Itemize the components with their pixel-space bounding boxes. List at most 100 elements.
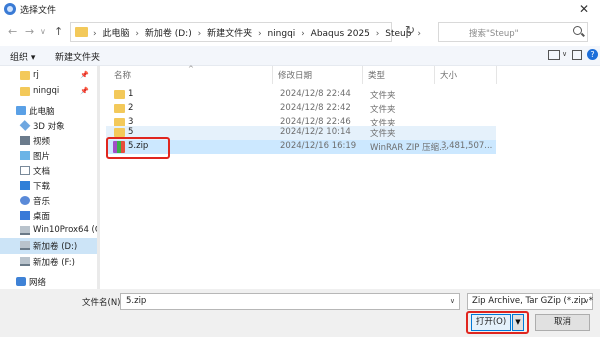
drive-icon xyxy=(20,226,30,235)
file-type: 文件夹 xyxy=(370,129,396,139)
sidebar-item-label: 文档 xyxy=(33,167,51,177)
help-icon[interactable]: ? xyxy=(587,49,598,60)
sidebar-scrollbar[interactable] xyxy=(97,66,100,289)
pin-icon: 📌 xyxy=(80,87,89,95)
breadcrumb-separator: › xyxy=(257,29,262,39)
sidebar-item-downloads[interactable]: 下载 xyxy=(0,178,100,194)
desktop-icon xyxy=(20,211,30,220)
download-icon xyxy=(20,181,30,190)
breadcrumb-item-abaqus[interactable]: Abaqus 2025 xyxy=(311,29,370,39)
column-divider[interactable] xyxy=(496,66,497,84)
sidebar-item-label: ningqi xyxy=(33,86,60,96)
breadcrumb-item-new-folder[interactable]: 新建文件夹 xyxy=(207,29,252,39)
folder-icon xyxy=(114,90,125,99)
sidebar-item-drive-f[interactable]: 新加卷 (F:) xyxy=(0,254,100,270)
column-header-date[interactable]: 修改日期 xyxy=(278,69,312,81)
sidebar-item-label: rj xyxy=(33,70,39,80)
filename-input[interactable]: 5.zip ∨ xyxy=(120,293,460,310)
sidebar-item-desktop[interactable]: 桌面 xyxy=(0,208,100,224)
filename-value: 5.zip xyxy=(126,296,147,306)
sidebar-item-3d-objects[interactable]: 3D 对象 xyxy=(0,118,100,134)
navigation-pane: rj 📌 ningqi 📌 此电脑 3D 对象 视频 图片 文档 下载 音乐 桌… xyxy=(0,66,100,289)
breadcrumb-item-drive-d[interactable]: 新加卷 (D:) xyxy=(145,29,192,39)
app-icon xyxy=(4,3,16,15)
breadcrumb-item-ningqi[interactable]: ningqi xyxy=(267,29,295,39)
file-date: 2024/12/8 22:42 xyxy=(280,103,351,113)
folder-icon xyxy=(75,27,88,37)
sidebar-item-drive-c[interactable]: Win10Prox64 (C xyxy=(0,223,100,239)
sidebar-item-documents[interactable]: 文档 xyxy=(0,163,100,179)
picture-icon xyxy=(20,151,30,160)
cube-icon xyxy=(19,120,31,131)
breadcrumb-separator: › xyxy=(375,29,380,39)
command-bar: 组织 ▾ 新建文件夹 ∨ ? xyxy=(0,46,600,66)
breadcrumb-separator: › xyxy=(197,29,202,39)
pin-icon: 📌 xyxy=(80,71,89,79)
sidebar-item-label: 网络 xyxy=(29,278,47,288)
breadcrumb-item-pc[interactable]: 此电脑 xyxy=(102,29,129,39)
sidebar-item-label: 此电脑 xyxy=(29,107,55,117)
search-input[interactable]: 搜索"Steup" xyxy=(438,22,588,42)
file-name: 1 xyxy=(128,89,134,99)
chevron-down-icon[interactable]: ∨ xyxy=(450,297,455,305)
sidebar-item-rj[interactable]: rj 📌 xyxy=(0,68,100,84)
cancel-button[interactable]: 取消 xyxy=(535,314,590,331)
close-button[interactable]: ✕ xyxy=(568,0,600,19)
sort-ascending-icon: ^ xyxy=(188,65,194,73)
document-icon xyxy=(20,166,30,175)
column-header-size[interactable]: 大小 xyxy=(440,69,457,81)
video-icon xyxy=(20,136,30,145)
column-divider[interactable] xyxy=(272,66,273,84)
file-type: 文件夹 xyxy=(370,105,396,115)
sidebar-item-label: 桌面 xyxy=(33,212,51,222)
sidebar-item-videos[interactable]: 视频 xyxy=(0,133,100,149)
file-row[interactable]: 1 2024/12/8 22:44 文件夹 xyxy=(106,88,496,102)
column-divider[interactable] xyxy=(362,66,363,84)
up-icon[interactable]: ↑ xyxy=(54,25,63,38)
file-name: 2 xyxy=(128,103,134,113)
breadcrumb-separator: › xyxy=(93,29,97,39)
filename-label: 文件名(N): xyxy=(82,298,124,308)
sidebar-item-music[interactable]: 音乐 xyxy=(0,193,100,209)
folder-icon xyxy=(114,104,125,113)
address-bar[interactable]: › 此电脑 › 新加卷 (D:) › 新建文件夹 › ningqi › Abaq… xyxy=(70,22,453,42)
pc-icon xyxy=(16,106,26,115)
sidebar-item-pictures[interactable]: 图片 xyxy=(0,148,100,164)
file-type: 文件夹 xyxy=(370,91,396,101)
sidebar-item-label: Win10Prox64 (C xyxy=(33,225,100,235)
preview-pane-icon[interactable] xyxy=(572,50,582,60)
file-type: WinRAR ZIP 压缩... xyxy=(370,143,448,153)
annotation-highlight-file xyxy=(106,137,170,159)
folder-icon xyxy=(20,87,30,96)
forward-icon[interactable]: → xyxy=(25,25,34,38)
organize-button[interactable]: 组织 ▾ xyxy=(10,50,35,63)
dialog-footer: 文件名(N): 5.zip ∨ Zip Archive, Tar GZip (*… xyxy=(0,289,600,337)
new-folder-button[interactable]: 新建文件夹 xyxy=(55,50,100,63)
view-options-icon[interactable] xyxy=(548,50,560,60)
sidebar-item-label: 视频 xyxy=(33,137,51,147)
sidebar-item-label: 3D 对象 xyxy=(33,122,65,132)
column-divider[interactable] xyxy=(434,66,435,84)
breadcrumb-separator: › xyxy=(301,29,305,39)
network-icon xyxy=(16,277,26,286)
sidebar-item-this-pc[interactable]: 此电脑 xyxy=(0,103,100,119)
chevron-down-icon: ∨ xyxy=(583,297,589,305)
file-date: 2024/12/2 10:14 xyxy=(280,127,351,137)
sidebar-item-ningqi[interactable]: ningqi 📌 xyxy=(0,84,100,100)
file-row[interactable]: 2 2024/12/8 22:42 文件夹 xyxy=(106,102,496,116)
file-type-value: Zip Archive, Tar GZip (*.zip * xyxy=(472,296,593,306)
sidebar-item-drive-d[interactable]: 新加卷 (D:) xyxy=(0,238,100,254)
recent-locations-icon[interactable]: ∨ xyxy=(40,27,46,36)
sidebar-item-label: 新加卷 (D:) xyxy=(33,242,78,252)
folder-icon xyxy=(20,71,30,80)
column-header-type[interactable]: 类型 xyxy=(368,69,385,81)
refresh-icon[interactable]: ↻ xyxy=(400,23,420,41)
file-type-select[interactable]: Zip Archive, Tar GZip (*.zip * ∨ xyxy=(467,293,593,310)
title-bar: 选择文件 ✕ xyxy=(0,0,600,19)
file-name: 5 xyxy=(128,127,134,137)
sidebar-item-label: 新加卷 (F:) xyxy=(33,258,75,268)
chevron-down-icon[interactable]: ∨ xyxy=(562,50,567,58)
back-icon[interactable]: ← xyxy=(8,25,17,38)
sidebar-item-network[interactable]: 网络 xyxy=(0,274,100,289)
column-header-name[interactable]: 名称 xyxy=(114,69,131,81)
